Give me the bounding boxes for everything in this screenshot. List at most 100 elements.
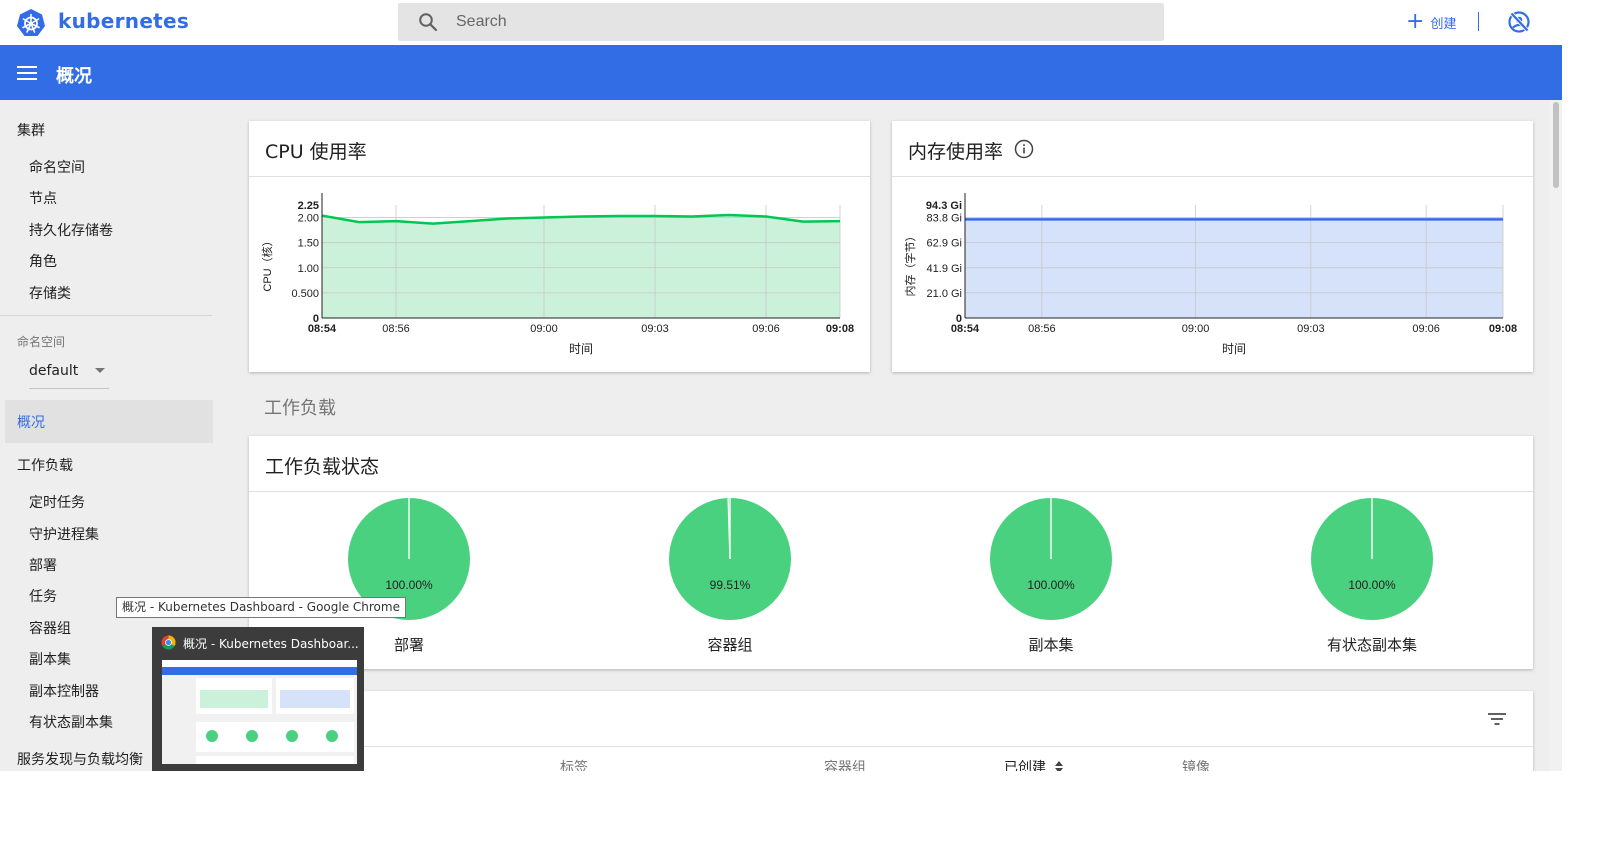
y-tick-label: 83.8 Gi (927, 213, 962, 225)
kubernetes-logo-icon[interactable] (16, 8, 46, 38)
sidebar-item-jobs[interactable]: 任务 (29, 586, 57, 606)
y-tick-label: 41.9 Gi (927, 263, 962, 275)
sidebar-item-cron-jobs[interactable]: 定时任务 (29, 492, 85, 512)
y-tick-label: 21.0 Gi (927, 288, 962, 300)
x-tick-label: 09:00 (530, 323, 558, 335)
toolbar-divider (1478, 12, 1479, 31)
pie-label-pods[interactable]: 容器组 (650, 634, 810, 655)
sidebar-item-roles[interactable]: 角色 (29, 251, 57, 271)
sidebar-item-overview[interactable]: 概况 (5, 400, 213, 443)
y-tick-label: 1.00 (298, 263, 319, 275)
sidebar-item-stateful-sets[interactable]: 有状态副本集 (29, 712, 113, 732)
x-tick-label: 09:06 (1412, 323, 1440, 335)
caret-down-icon (95, 368, 105, 373)
sidebar-item-workloads[interactable]: 工作负载 (17, 455, 73, 475)
no-user-icon[interactable] (1507, 10, 1531, 34)
pie-label-stateful-sets[interactable]: 有状态副本集 (1292, 634, 1452, 655)
y-tick-label: 1.50 (298, 238, 319, 250)
column-header-images[interactable]: 镜像 (1182, 757, 1210, 771)
sidebar-item-storage-classes[interactable]: 存储类 (29, 283, 71, 303)
dashboard-viewport: kubernetes + 创建 概况 (0, 0, 1562, 771)
sidebar-item-cluster[interactable]: 集群 (17, 120, 45, 140)
sidebar-item-discovery[interactable]: 服务发现与负载均衡 (17, 749, 143, 769)
area-fill (322, 215, 840, 318)
namespace-value: default (29, 363, 79, 379)
y-tick-label: 2.00 (298, 213, 319, 225)
top-bar: kubernetes + 创建 (0, 0, 1562, 45)
x-tick-label: 08:56 (382, 323, 410, 335)
info-icon[interactable] (1014, 139, 1034, 159)
x-tick-label: 08:54 (951, 323, 980, 335)
x-axis-label: 时间 (569, 342, 593, 356)
x-tick-label: 09:06 (752, 323, 780, 335)
workload-status-card: 工作负载状态 100.00% 99.51% 100.00% 100.00% 部署 容器… (249, 436, 1533, 669)
memory-usage-chart: 021.0 Gi41.9 Gi62.9 Gi83.8 Gi94.3 Gi08:5… (903, 193, 1517, 356)
x-tick-label: 09:03 (641, 323, 669, 335)
page-scrollbar[interactable] (1550, 100, 1562, 771)
sidebar-item-persistent-volumes[interactable]: 持久化存储卷 (29, 220, 113, 240)
search-bar[interactable] (398, 3, 1164, 41)
pie-percent-label: 100.00% (385, 578, 433, 592)
sidebar-item-daemon-sets[interactable]: 守护进程集 (29, 524, 99, 544)
search-icon (419, 13, 438, 32)
sort-icon (1055, 761, 1064, 771)
chrome-icon (161, 635, 176, 650)
preview-thumbnail (162, 660, 357, 764)
card-divider (249, 746, 1533, 747)
pie-percent-label: 99.51% (710, 578, 751, 592)
pie-chart: 100.00% (990, 498, 1112, 620)
y-axis-label: 内存（字节） (903, 231, 917, 297)
y-tick-label: 94.3 Gi (926, 200, 962, 212)
namespace-select[interactable]: default (29, 363, 109, 389)
sidebar-item-deployments[interactable]: 部署 (29, 555, 57, 575)
sidebar-item-replica-sets[interactable]: 副本集 (29, 649, 71, 669)
search-input[interactable] (456, 3, 1136, 41)
x-tick-label: 09:08 (826, 323, 854, 335)
namespace-label: 命名空间 (17, 335, 66, 349)
x-tick-label: 08:54 (308, 323, 337, 335)
y-tick-label: 0.500 (291, 288, 319, 300)
preview-title: 概况 - Kubernetes Dashboar... (183, 637, 359, 651)
sidebar-item-namespaces[interactable]: 命名空间 (29, 157, 85, 177)
y-tick-label: 62.9 Gi (927, 238, 962, 250)
pie-percent-label: 100.00% (1348, 578, 1396, 592)
x-tick-label: 09:00 (1182, 323, 1210, 335)
x-tick-label: 09:08 (1489, 323, 1517, 335)
column-header-pods[interactable]: 容器组 (824, 757, 866, 771)
create-button[interactable]: + 创建 (1406, 9, 1456, 35)
menu-icon[interactable] (17, 66, 37, 80)
column-header-labels[interactable]: 标签 (560, 757, 588, 771)
sidebar-item-nodes[interactable]: 节点 (29, 188, 57, 208)
pie-chart: 100.00% (1311, 498, 1433, 620)
window-tooltip: 概况 - Kubernetes Dashboard - Google Chrom… (116, 597, 406, 618)
pie-percent-label: 100.00% (1027, 578, 1075, 592)
filter-icon[interactable] (1488, 713, 1506, 725)
cpu-usage-card: CPU 使用率 0 0.500 1.00 1.50 2.00 2.25 08:54 08:56… (249, 121, 870, 372)
pie-label-replica-sets[interactable]: 副本集 (971, 634, 1131, 655)
cpu-card-title: CPU 使用率 (265, 141, 367, 163)
y-axis-label: CPU（核） (260, 235, 274, 291)
taskbar-window-preview[interactable]: 概况 - Kubernetes Dashboar... (152, 627, 364, 771)
memory-card-title: 内存使用率 (908, 141, 1004, 163)
y-tick-label: 2.25 (298, 200, 319, 212)
column-header-created-label: 已创建 (1004, 760, 1046, 771)
sidebar-item-replication-controllers[interactable]: 副本控制器 (29, 681, 99, 701)
x-tick-label: 09:03 (1297, 323, 1325, 335)
workloads-section-title: 工作负载 (264, 398, 336, 419)
column-header-created[interactable]: 已创建 (1004, 757, 1064, 771)
area-fill (965, 219, 1503, 318)
pie-chart: 99.51% (669, 498, 791, 620)
page-title: 概况 (56, 66, 92, 87)
x-tick-label: 08:56 (1028, 323, 1056, 335)
create-label: 创建 (1430, 16, 1457, 32)
deployments-table-card: 标签 容器组 已创建 镜像 (249, 691, 1533, 771)
scrollbar-thumb[interactable] (1553, 102, 1559, 188)
x-axis-label: 时间 (1222, 342, 1246, 356)
brand-name[interactable]: kubernetes (58, 9, 189, 33)
sidebar-divider (0, 315, 212, 316)
cpu-usage-chart: 00.5001.001.502.002.2508:54 08:56 09:00 09:… (260, 193, 854, 356)
sidebar-item-overview-label: 概况 (17, 415, 45, 431)
empty-area (0, 771, 1600, 856)
page-header: 概况 (0, 45, 1562, 100)
sidebar-item-pods[interactable]: 容器组 (29, 618, 71, 638)
